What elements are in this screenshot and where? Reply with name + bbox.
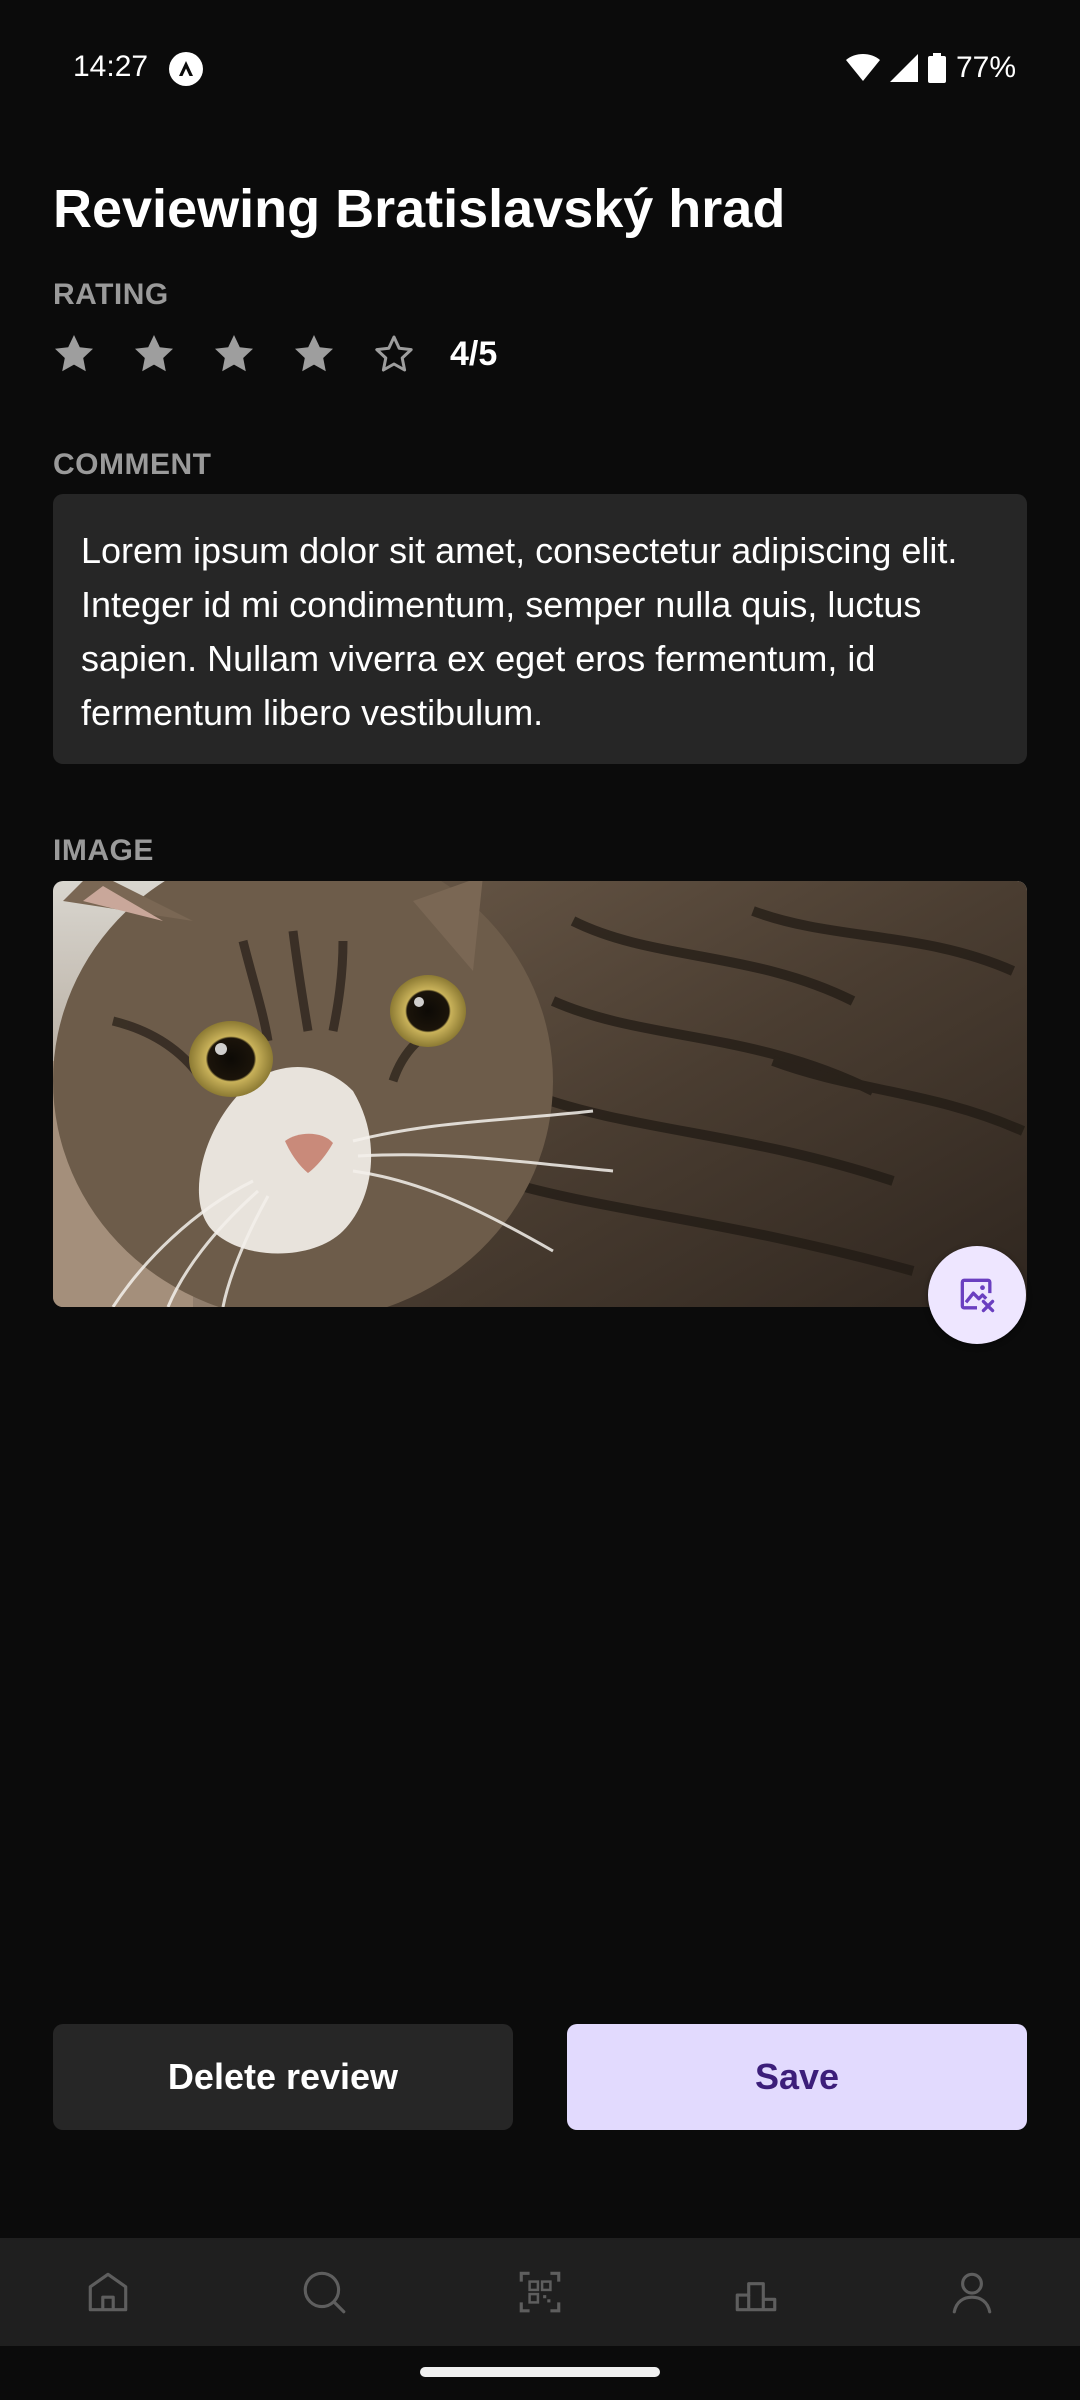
rating-value: 4/5: [450, 334, 498, 373]
comment-label: COMMENT: [53, 448, 212, 481]
image-remove-icon: [960, 1278, 995, 1313]
star-filled-icon[interactable]: [50, 330, 98, 378]
nav-scan[interactable]: [486, 2238, 594, 2346]
search-icon: [303, 2271, 346, 2314]
star-filled-icon[interactable]: [130, 330, 178, 378]
star-filled-icon[interactable]: [290, 330, 338, 378]
review-image: [53, 881, 1027, 1307]
page-title: Reviewing Bratislavský hrad: [53, 179, 786, 239]
profile-icon: [952, 2272, 992, 2314]
delete-review-button[interactable]: Delete review: [53, 2024, 513, 2130]
nav-search[interactable]: [270, 2238, 378, 2346]
app-notification-icon: [169, 52, 203, 86]
rating-stars: 4/5: [50, 328, 497, 380]
nav-profile[interactable]: [918, 2238, 1026, 2346]
save-button[interactable]: Save: [567, 2024, 1027, 2130]
qr-scan-icon: [519, 2271, 561, 2313]
status-icons: 77%: [845, 48, 1016, 88]
status-bar: 14:27 77%: [0, 0, 1080, 136]
star-filled-icon[interactable]: [210, 330, 258, 378]
image-label: IMAGE: [53, 834, 154, 867]
bottom-navigation: [0, 2238, 1080, 2346]
comment-text: Lorem ipsum dolor sit amet, consectetur …: [81, 530, 958, 733]
leaderboard-icon: [735, 2282, 777, 2312]
cat-photo: [53, 881, 1027, 1307]
rating-label: RATING: [53, 278, 169, 311]
status-time: 14:27: [73, 50, 149, 83]
review-screen: 14:27 77% Reviewing Bratislavský hrad RA…: [0, 0, 1080, 2400]
battery-percentage: 77%: [955, 51, 1016, 84]
signal-icon: [889, 54, 918, 82]
gesture-home-indicator[interactable]: [420, 2367, 660, 2377]
remove-image-button[interactable]: [928, 1246, 1026, 1344]
battery-icon: [927, 53, 946, 83]
comment-field[interactable]: Lorem ipsum dolor sit amet, consectetur …: [53, 494, 1027, 764]
home-icon: [88, 2272, 128, 2312]
star-outline-icon[interactable]: [370, 330, 418, 378]
wifi-icon: [845, 54, 880, 81]
nav-home[interactable]: [54, 2238, 162, 2346]
nav-leaderboard[interactable]: [702, 2238, 810, 2346]
